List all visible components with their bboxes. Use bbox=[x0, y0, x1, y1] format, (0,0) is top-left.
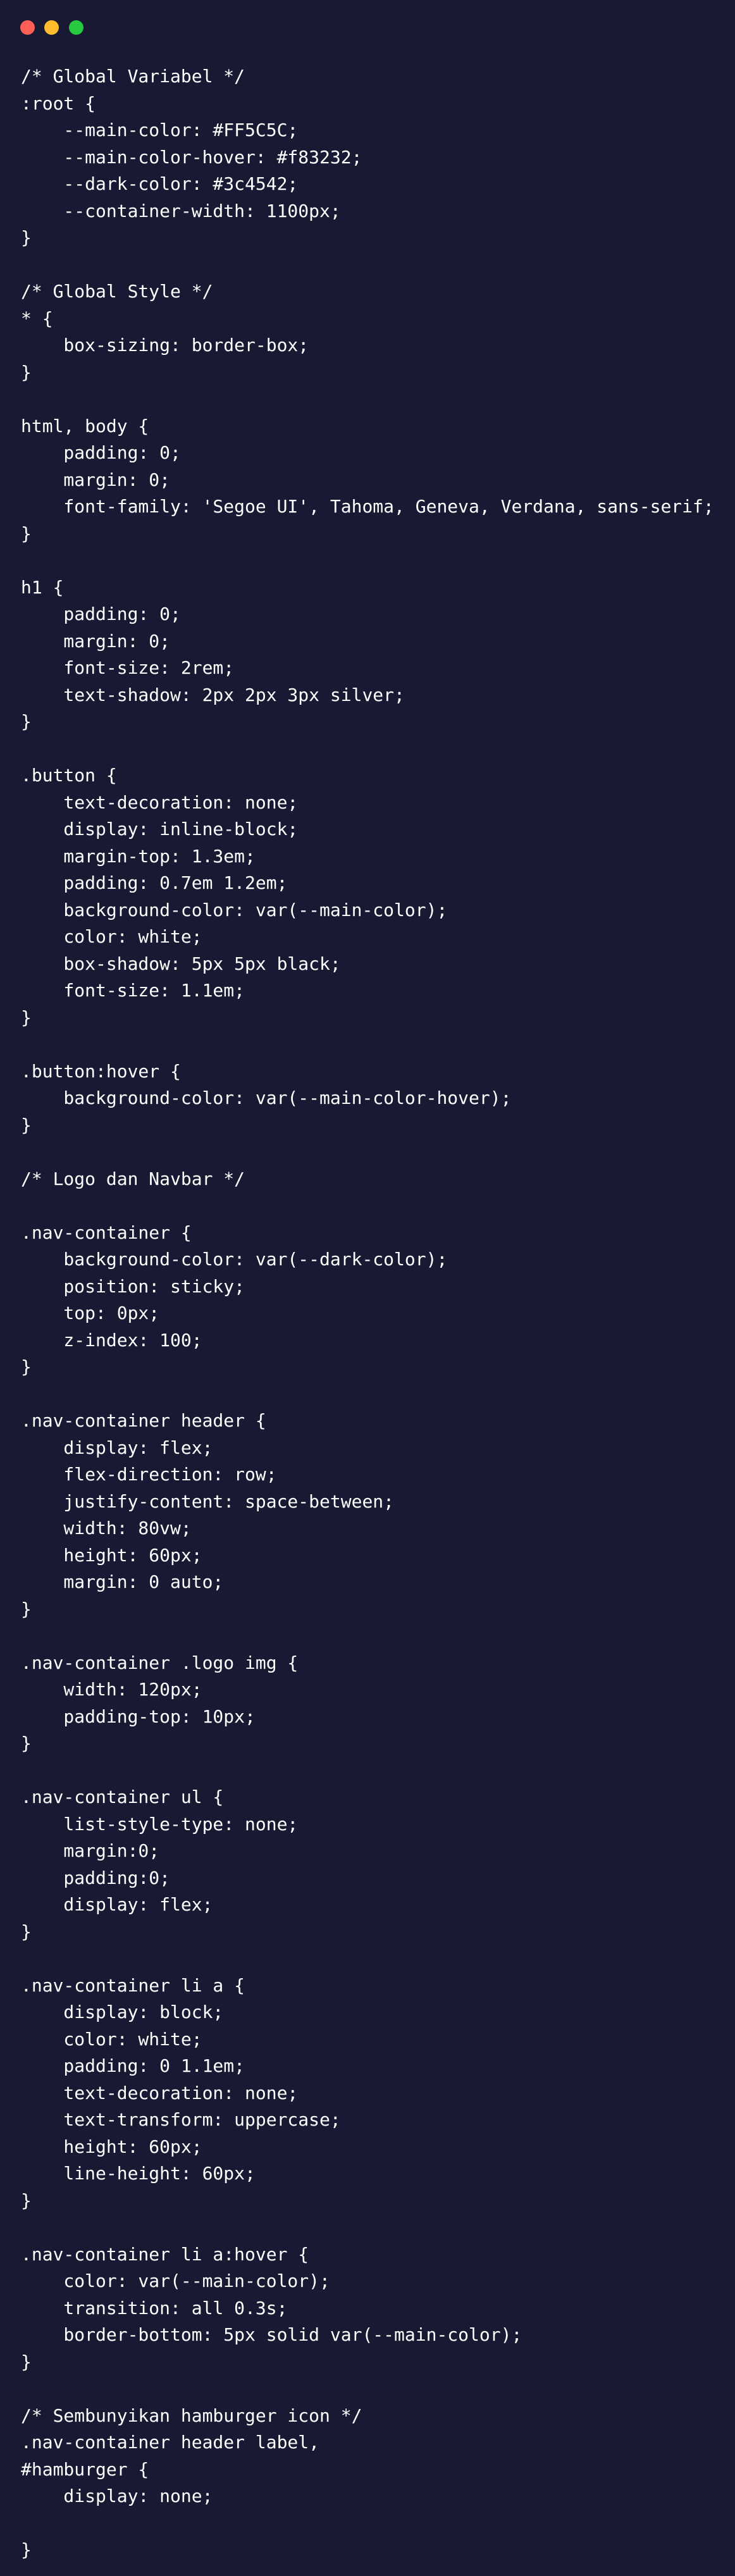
code-line: text-transform: uppercase; bbox=[21, 2109, 341, 2130]
code-line: padding: 0; bbox=[21, 442, 181, 463]
code-line: display: block; bbox=[21, 2002, 224, 2022]
window-titlebar bbox=[0, 0, 735, 57]
code-line: position: sticky; bbox=[21, 1275, 245, 1297]
code-line: height: 60px; bbox=[21, 2136, 202, 2157]
code-line: /* Global Variabel */ bbox=[21, 66, 245, 87]
code-line: } bbox=[21, 523, 32, 544]
code-line: .nav-container header label, bbox=[21, 2432, 320, 2453]
code-line: html, body { bbox=[21, 415, 149, 437]
code-line: padding-top: 10px; bbox=[21, 1706, 256, 1727]
code-line: height: 60px; bbox=[21, 1544, 202, 1566]
maximize-window-dot-icon[interactable] bbox=[69, 20, 83, 35]
code-line: } bbox=[21, 1598, 32, 1619]
code-line: background-color: var(--main-color); bbox=[21, 899, 448, 920]
code-line: display: inline-block; bbox=[21, 819, 299, 839]
code-line: margin:0; bbox=[21, 1840, 160, 1861]
code-line: font-size: 1.1em; bbox=[21, 980, 245, 1001]
code-line: justify-content: space-between; bbox=[21, 1490, 395, 1512]
code-line: #hamburger { bbox=[21, 2458, 149, 2480]
code-line: box-shadow: 5px 5px black; bbox=[21, 953, 341, 974]
code-line: } bbox=[21, 2351, 32, 2372]
code-line: box-sizing: border-box; bbox=[21, 335, 309, 356]
code-line: .nav-container { bbox=[21, 1222, 192, 1243]
code-line: } bbox=[21, 1356, 32, 1377]
code-line: margin-top: 1.3em; bbox=[21, 845, 256, 867]
code-line: flex-direction: row; bbox=[21, 1464, 277, 1485]
code-line: z-index: 100; bbox=[21, 1329, 202, 1351]
code-line: width: 80vw; bbox=[21, 1518, 192, 1539]
code-line: } bbox=[21, 1921, 32, 1942]
code-line: display: flex; bbox=[21, 1894, 213, 1915]
code-line: /* Global Style */ bbox=[21, 281, 213, 302]
code-line: display: none; bbox=[21, 2486, 213, 2506]
code-line: :root { bbox=[21, 92, 96, 114]
code-line: padding:0; bbox=[21, 1867, 171, 1888]
code-line: } bbox=[21, 361, 32, 383]
code-line: } bbox=[21, 2539, 32, 2560]
code-line: } bbox=[21, 227, 32, 248]
code-window: /* Global Variabel */ :root { --main-colo… bbox=[0, 0, 735, 2576]
code-line: padding: 0.7em 1.2em; bbox=[21, 872, 288, 893]
code-line: /* Sembunyikan hamburger icon */ bbox=[21, 2405, 362, 2426]
code-line: margin: 0; bbox=[21, 469, 171, 490]
code-line: background-color: var(--main-color-hover… bbox=[21, 1087, 512, 1108]
close-window-dot-icon[interactable] bbox=[20, 20, 35, 35]
code-line: .button:hover { bbox=[21, 1060, 181, 1082]
code-line: top: 0px; bbox=[21, 1303, 160, 1323]
code-line: .nav-container .logo img { bbox=[21, 1652, 299, 1673]
code-line: text-decoration: none; bbox=[21, 791, 299, 813]
code-line: --container-width: 1100px; bbox=[21, 200, 341, 221]
code-line: .button { bbox=[21, 765, 117, 786]
code-line: list-style-type: none; bbox=[21, 1813, 299, 1835]
code-line: background-color: var(--dark-color); bbox=[21, 1249, 448, 1270]
code-line: } bbox=[21, 711, 32, 732]
code-line: text-shadow: 2px 2px 3px silver; bbox=[21, 684, 405, 705]
code-line: margin: 0 auto; bbox=[21, 1571, 224, 1592]
code-line: /* Logo dan Navbar */ bbox=[21, 1168, 245, 1189]
code-line: .nav-container ul { bbox=[21, 1786, 224, 1807]
code-line: --main-color: #FF5C5C; bbox=[21, 120, 299, 140]
code-line: font-size: 2rem; bbox=[21, 657, 235, 678]
code-line: } bbox=[21, 1733, 32, 1754]
code-line: border-bottom: 5px solid var(--main-colo… bbox=[21, 2324, 522, 2345]
code-line: } bbox=[21, 1006, 32, 1028]
code-line: } bbox=[21, 2189, 32, 2211]
code-line: font-family: 'Segoe UI', Tahoma, Geneva,… bbox=[21, 496, 714, 517]
code-line: padding: 0; bbox=[21, 604, 181, 624]
code-line: .nav-container header { bbox=[21, 1410, 266, 1431]
code-line: } bbox=[21, 1114, 32, 1136]
code-line: h1 { bbox=[21, 576, 64, 598]
code-block: /* Global Variabel */ :root { --main-colo… bbox=[21, 63, 714, 2564]
code-line: --dark-color: #3c4542; bbox=[21, 173, 299, 194]
code-line: transition: all 0.3s; bbox=[21, 2297, 288, 2319]
code-line: * { bbox=[21, 307, 53, 329]
minimize-window-dot-icon[interactable] bbox=[44, 20, 59, 35]
code-line: .nav-container li a:hover { bbox=[21, 2243, 309, 2265]
code-line: text-decoration: none; bbox=[21, 2082, 299, 2103]
code-line: color: white; bbox=[21, 2028, 202, 2050]
code-line: color: white; bbox=[21, 926, 202, 947]
code-line: width: 120px; bbox=[21, 1679, 202, 1700]
code-line: .nav-container li a { bbox=[21, 1974, 245, 1996]
code-line: padding: 0 1.1em; bbox=[21, 2055, 245, 2076]
code-line: color: var(--main-color); bbox=[21, 2270, 330, 2291]
code-line: line-height: 60px; bbox=[21, 2163, 256, 2184]
code-line: margin: 0; bbox=[21, 630, 171, 652]
code-line: display: flex; bbox=[21, 1437, 213, 1458]
code-line: --main-color-hover: #f83232; bbox=[21, 146, 362, 168]
